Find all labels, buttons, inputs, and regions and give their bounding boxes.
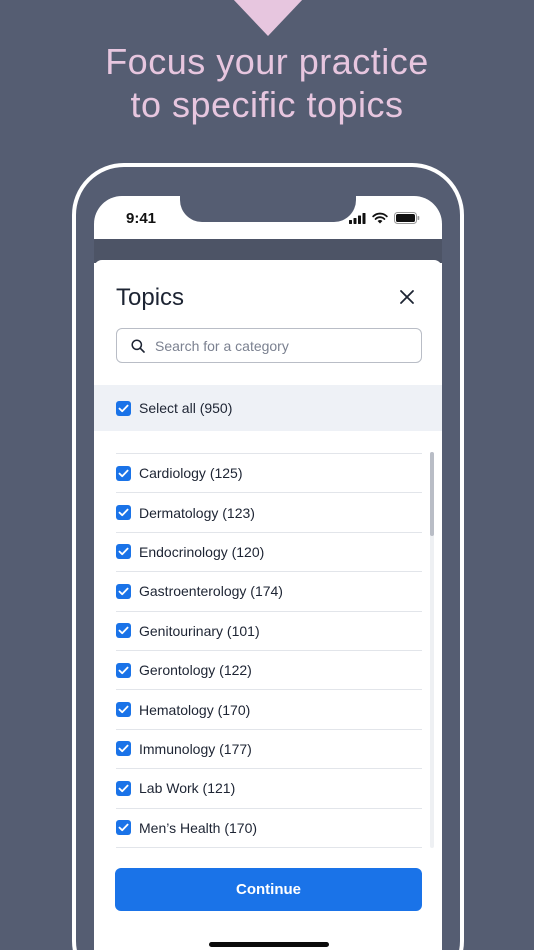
close-icon	[400, 290, 414, 304]
topic-label: Lab Work (121)	[139, 780, 236, 797]
select-all-label: Select all (950)	[139, 400, 233, 416]
promo-headline: Focus your practice to specific topics	[0, 40, 534, 126]
search-input[interactable]	[155, 337, 395, 354]
status-time: 9:41	[126, 210, 157, 227]
topics-list: Cardiology (125) Dermatology (123) Endoc…	[116, 453, 422, 848]
continue-button[interactable]: Continue	[115, 868, 422, 911]
battery-icon	[394, 211, 420, 229]
search-field[interactable]	[116, 328, 422, 363]
topic-checkbox[interactable]	[116, 702, 131, 718]
topic-label: Dermatology (123)	[139, 504, 255, 521]
checkmark-icon	[118, 745, 129, 753]
checkmark-icon	[118, 508, 129, 517]
checkmark-icon	[118, 784, 129, 792]
checkmark-icon	[118, 666, 129, 674]
topic-checkbox[interactable]	[116, 741, 131, 757]
phone-notch	[180, 196, 356, 222]
scrollbar-thumb[interactable]	[430, 452, 434, 536]
decorative-arrow	[232, 0, 304, 36]
topic-checkbox[interactable]	[116, 583, 131, 599]
topic-item-endocrinology[interactable]: Endocrinology (120)	[116, 533, 422, 573]
topic-item-lab-work[interactable]: Lab Work (121)	[116, 769, 422, 809]
checkmark-icon	[118, 469, 129, 477]
topic-item-mens-health[interactable]: Men’s Health (170)	[116, 809, 422, 848]
checkmark-icon	[118, 404, 129, 412]
topic-checkbox[interactable]	[116, 623, 131, 639]
topic-checkbox[interactable]	[116, 544, 131, 560]
topic-label: Genitourinary (101)	[139, 622, 260, 639]
topics-sheet: Topics Select all (950) Ca	[94, 260, 442, 950]
select-all-row[interactable]: Select all (950)	[94, 385, 442, 431]
checkmark-icon	[118, 823, 129, 832]
topic-label: Cardiology (125)	[139, 465, 243, 482]
topic-label: Hematology (170)	[139, 701, 251, 718]
promo-headline-line2: to specific topics	[130, 84, 404, 125]
topic-item-gastroenterology[interactable]: Gastroenterology (174)	[116, 572, 422, 612]
topic-label: Men’s Health (170)	[139, 819, 258, 836]
checkmark-icon	[118, 626, 129, 635]
topic-item-cardiology[interactable]: Cardiology (125)	[116, 454, 422, 494]
topic-checkbox[interactable]	[116, 505, 131, 521]
checkmark-icon	[118, 548, 129, 556]
topic-checkbox[interactable]	[116, 465, 131, 481]
cellular-signal-icon	[349, 211, 366, 229]
topic-item-genitourinary[interactable]: Genitourinary (101)	[116, 612, 422, 651]
topic-checkbox[interactable]	[116, 820, 131, 836]
topic-label: Immunology (177)	[139, 740, 252, 757]
status-icons	[349, 211, 420, 229]
topic-label: Gastroenterology (174)	[139, 583, 283, 600]
search-icon	[131, 338, 145, 353]
wifi-icon	[372, 211, 388, 229]
topic-item-hematology[interactable]: Hematology (170)	[116, 690, 422, 730]
topic-label: Endocrinology (120)	[139, 543, 265, 560]
topic-checkbox[interactable]	[116, 662, 131, 678]
home-indicator[interactable]	[209, 942, 329, 947]
topic-item-dermatology[interactable]: Dermatology (123)	[116, 493, 422, 533]
close-button[interactable]	[398, 288, 416, 306]
topic-item-immunology[interactable]: Immunology (177)	[116, 730, 422, 770]
sheet-title: Topics	[116, 284, 185, 311]
topic-label: Gerontology (122)	[139, 662, 252, 679]
topic-checkbox[interactable]	[116, 780, 131, 796]
promo-headline-line1: Focus your practice	[105, 41, 429, 82]
checkmark-icon	[118, 705, 129, 714]
phone-screen: 9:41 Topics Search for a category Select…	[94, 196, 442, 950]
select-all-checkbox[interactable]	[116, 400, 131, 416]
checkmark-icon	[118, 587, 129, 595]
topic-item-gerontology[interactable]: Gerontology (122)	[116, 651, 422, 691]
